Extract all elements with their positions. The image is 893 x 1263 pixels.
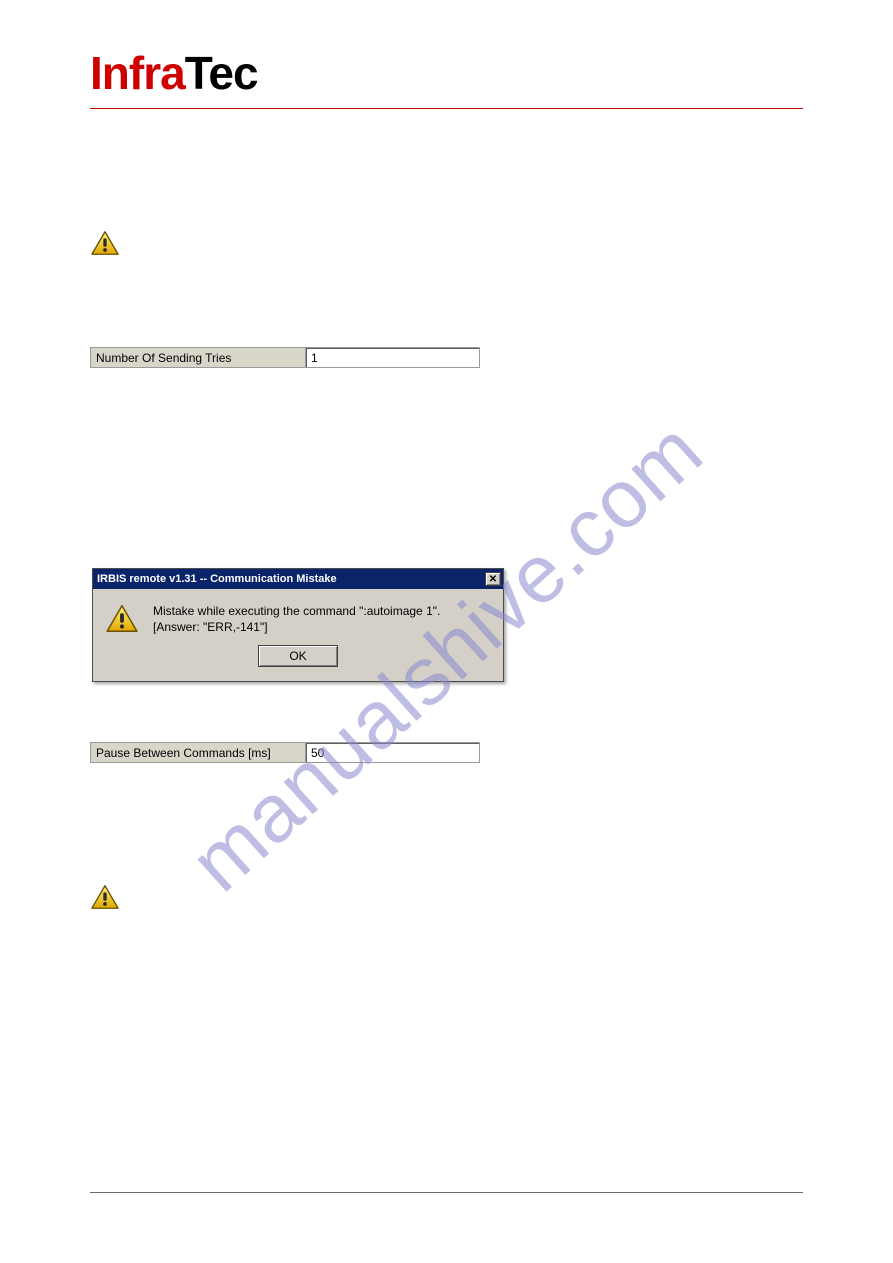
brand-logo: InfraTec: [90, 50, 803, 96]
dialog-titlebar[interactable]: IRBIS remote v1.31 -- Communication Mist…: [93, 569, 503, 589]
number-sending-tries-field: Number Of Sending Tries: [90, 347, 480, 368]
warning-icon: [90, 883, 120, 911]
dialog-message: Mistake while executing the command ":au…: [153, 603, 440, 635]
footer-separator: [90, 1192, 803, 1193]
brand-part2: Tec: [185, 47, 258, 99]
dialog-message-line1: Mistake while executing the command ":au…: [153, 604, 440, 618]
dialog-actions: OK: [93, 645, 503, 681]
pause-between-commands-field: Pause Between Commands [ms]: [90, 742, 480, 763]
dialog-body: Mistake while executing the command ":au…: [93, 589, 503, 645]
warning-icon: [90, 229, 120, 257]
communication-mistake-dialog: IRBIS remote v1.31 -- Communication Mist…: [92, 568, 504, 682]
pause-between-commands-label: Pause Between Commands [ms]: [91, 743, 306, 762]
dialog-message-line2: [Answer: "ERR,-141"]: [153, 620, 268, 634]
warning-icon: [105, 603, 139, 634]
number-sending-tries-label: Number Of Sending Tries: [91, 348, 306, 367]
number-sending-tries-block: Number Of Sending Tries: [90, 347, 803, 368]
number-sending-tries-input[interactable]: [306, 348, 479, 367]
header-separator: [90, 108, 803, 109]
pause-between-commands-block: Pause Between Commands [ms]: [90, 742, 803, 763]
warning-row-1: [90, 229, 803, 257]
pause-between-commands-input[interactable]: [306, 743, 479, 762]
ok-button[interactable]: OK: [258, 645, 338, 667]
page-root: InfraTec Number Of Sending Tries: [0, 0, 893, 1263]
brand-part1: Infra: [90, 47, 185, 99]
dialog-title: IRBIS remote v1.31 -- Communication Mist…: [97, 573, 337, 585]
close-icon[interactable]: ✕: [485, 572, 501, 586]
warning-row-2: [90, 883, 803, 911]
